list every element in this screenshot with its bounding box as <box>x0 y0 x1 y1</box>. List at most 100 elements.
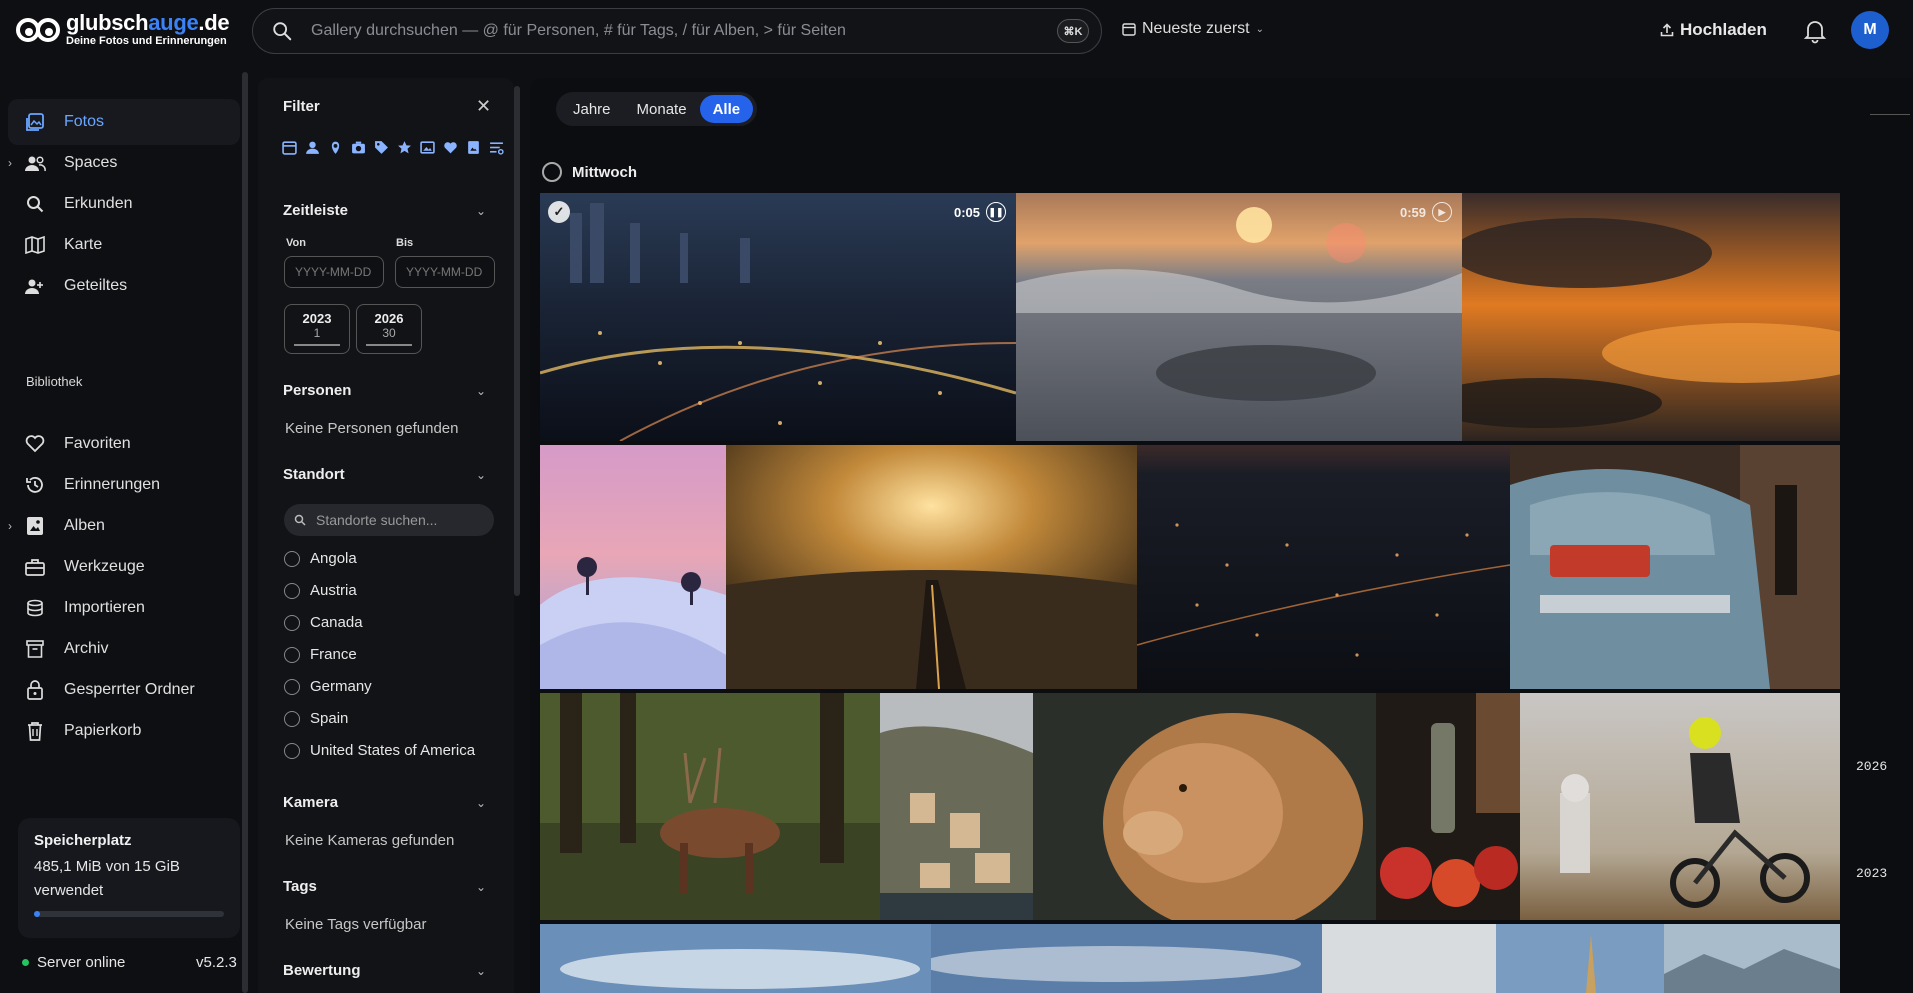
filter-scrollbar[interactable] <box>514 86 520 596</box>
sidebar-item-fotos[interactable]: Fotos <box>8 99 240 145</box>
location-option-label: Germany <box>310 678 372 695</box>
sidebar-item-papierkorb[interactable]: Papierkorb <box>8 708 240 754</box>
tags-section-title[interactable]: Tags <box>283 878 317 895</box>
camera-icon[interactable] <box>351 140 366 155</box>
photo-tile-motocross[interactable] <box>1520 693 1840 920</box>
photo-tile-mountains[interactable] <box>1664 924 1840 993</box>
photo-tile-deer[interactable] <box>540 693 880 920</box>
notifications-bell-icon[interactable] <box>1803 18 1827 44</box>
location-pin-icon[interactable] <box>328 140 343 155</box>
chevron-down-icon[interactable]: ⌄ <box>476 796 486 810</box>
photo-tile-bottle-apples[interactable] <box>1376 693 1520 920</box>
chevron-down-icon[interactable]: ⌄ <box>476 384 486 398</box>
radio-button[interactable] <box>284 550 300 567</box>
person-icon[interactable] <box>305 140 320 155</box>
sidebar-item-werkzeuge[interactable]: Werkzeuge <box>8 544 240 590</box>
status-online-dot <box>22 959 29 966</box>
photo-tile-sea-sunset-video[interactable]: 0:59 ▶ <box>1016 193 1462 441</box>
radio-button[interactable] <box>284 678 300 695</box>
timeline-year-marker[interactable]: 2023 <box>1856 866 1887 881</box>
storage-card[interactable]: Speicherplatz 485,1 MiB von 15 GiB verwe… <box>18 818 240 938</box>
search-bar[interactable]: ⌘K <box>252 8 1102 54</box>
photo-tile-sunrays-road[interactable] <box>726 445 1137 689</box>
app-logo[interactable]: glubschauge.de Deine Fotos und Erinnerun… <box>16 12 230 47</box>
photo-tile-wheat[interactable] <box>1496 924 1664 993</box>
people-section-title[interactable]: Personen <box>283 382 351 399</box>
photo-tile-sky-2[interactable] <box>931 924 1322 993</box>
image-icon[interactable] <box>420 140 435 155</box>
location-option[interactable]: United States of America <box>284 742 475 759</box>
chevron-down-icon[interactable]: ⌄ <box>476 964 486 978</box>
chevron-down-icon[interactable]: ⌄ <box>476 880 486 894</box>
rating-section-title[interactable]: Bewertung <box>283 962 361 979</box>
select-day-checkbox[interactable] <box>542 162 562 182</box>
chevron-down-icon[interactable]: ⌄ <box>476 204 486 218</box>
sidebar-item-importieren[interactable]: Importieren <box>8 585 240 631</box>
chevron-right-icon[interactable]: › <box>8 519 12 533</box>
photo-tile-snowy-tree[interactable] <box>540 445 726 689</box>
day-group-header[interactable]: Mittwoch <box>542 162 637 182</box>
location-search-bar[interactable] <box>284 504 494 536</box>
camera-section-title[interactable]: Kamera <box>283 794 338 811</box>
photo-tile-pale-sky[interactable] <box>1322 924 1496 993</box>
photo-tile-lion[interactable] <box>1033 693 1376 920</box>
location-option[interactable]: Angola <box>284 550 357 567</box>
radio-button[interactable] <box>284 582 300 599</box>
photo-tile-city-aerial-night[interactable] <box>1137 445 1510 689</box>
sidebar-item-gesperrter-ordner[interactable]: Gesperrter Ordner <box>8 667 240 713</box>
date-from-input[interactable] <box>284 256 384 288</box>
album-icon[interactable] <box>466 140 481 155</box>
radio-button[interactable] <box>284 614 300 631</box>
photo-tile-coastal-village[interactable] <box>880 693 1033 920</box>
heart-icon[interactable] <box>443 140 458 155</box>
year-chip-2026[interactable]: 2026 30 <box>356 304 422 354</box>
sidebar-item-erkunden[interactable]: Erkunden <box>8 181 240 227</box>
pause-icon[interactable]: ❚❚ <box>986 202 1006 222</box>
video-duration-badge: 0:05 ❚❚ <box>954 202 1006 222</box>
upload-button[interactable]: Hochladen <box>1660 20 1767 40</box>
location-option[interactable]: France <box>284 646 357 663</box>
location-option[interactable]: Austria <box>284 582 357 599</box>
sidebar-item-alben[interactable]: › Alben <box>8 503 240 549</box>
calendar-icon[interactable] <box>282 140 297 155</box>
location-option[interactable]: Germany <box>284 678 372 695</box>
sidebar-item-favoriten[interactable]: Favoriten <box>8 421 240 467</box>
radio-button[interactable] <box>284 742 300 759</box>
chevron-down-icon[interactable]: ⌄ <box>476 468 486 482</box>
view-option-alle[interactable]: Alle <box>699 95 754 123</box>
filter-list-icon[interactable] <box>489 140 504 155</box>
timeline-section-title[interactable]: Zeitleiste <box>283 202 348 219</box>
date-to-input[interactable] <box>395 256 495 288</box>
location-section-title[interactable]: Standort <box>283 466 345 483</box>
photo-tile-sky-1[interactable] <box>540 924 931 993</box>
chevron-right-icon[interactable]: › <box>8 156 12 170</box>
photo-tile-city-night-video[interactable]: ✓ 0:05 ❚❚ <box>540 193 1016 441</box>
photo-tile-orange-clouds[interactable] <box>1462 193 1840 441</box>
sidebar-item-archiv[interactable]: Archiv <box>8 626 240 672</box>
camera-empty-text: Keine Kameras gefunden <box>285 832 455 849</box>
close-icon[interactable]: ✕ <box>476 96 491 117</box>
star-icon[interactable] <box>397 140 412 155</box>
user-avatar[interactable]: M <box>1851 11 1889 49</box>
sidebar-item-karte[interactable]: Karte <box>8 222 240 268</box>
radio-button[interactable] <box>284 710 300 727</box>
year-chip-2023[interactable]: 2023 1 <box>284 304 350 354</box>
tag-icon[interactable] <box>374 140 389 155</box>
location-option[interactable]: Canada <box>284 614 363 631</box>
sidebar-item-spaces[interactable]: › Spaces <box>8 140 240 186</box>
select-check-icon[interactable]: ✓ <box>548 201 570 223</box>
radio-button[interactable] <box>284 646 300 663</box>
location-search-input[interactable] <box>314 511 484 529</box>
play-icon[interactable]: ▶ <box>1432 202 1452 222</box>
photo-tile-vintage-car[interactable] <box>1510 445 1840 689</box>
location-option[interactable]: Spain <box>284 710 348 727</box>
view-option-monate[interactable]: Monate <box>624 95 700 123</box>
sidebar-item-geteiltes[interactable]: Geteiltes <box>8 263 240 309</box>
timeline-year-marker[interactable]: 2026 <box>1856 759 1887 774</box>
sort-dropdown[interactable]: Neueste zuerst ⌄ <box>1122 20 1264 38</box>
sidebar-scrollbar[interactable] <box>242 72 248 993</box>
storage-title: Speicherplatz <box>34 832 132 849</box>
search-input[interactable] <box>309 21 1057 41</box>
sidebar-item-erinnerungen[interactable]: Erinnerungen <box>8 462 240 508</box>
view-option-jahre[interactable]: Jahre <box>560 95 624 123</box>
